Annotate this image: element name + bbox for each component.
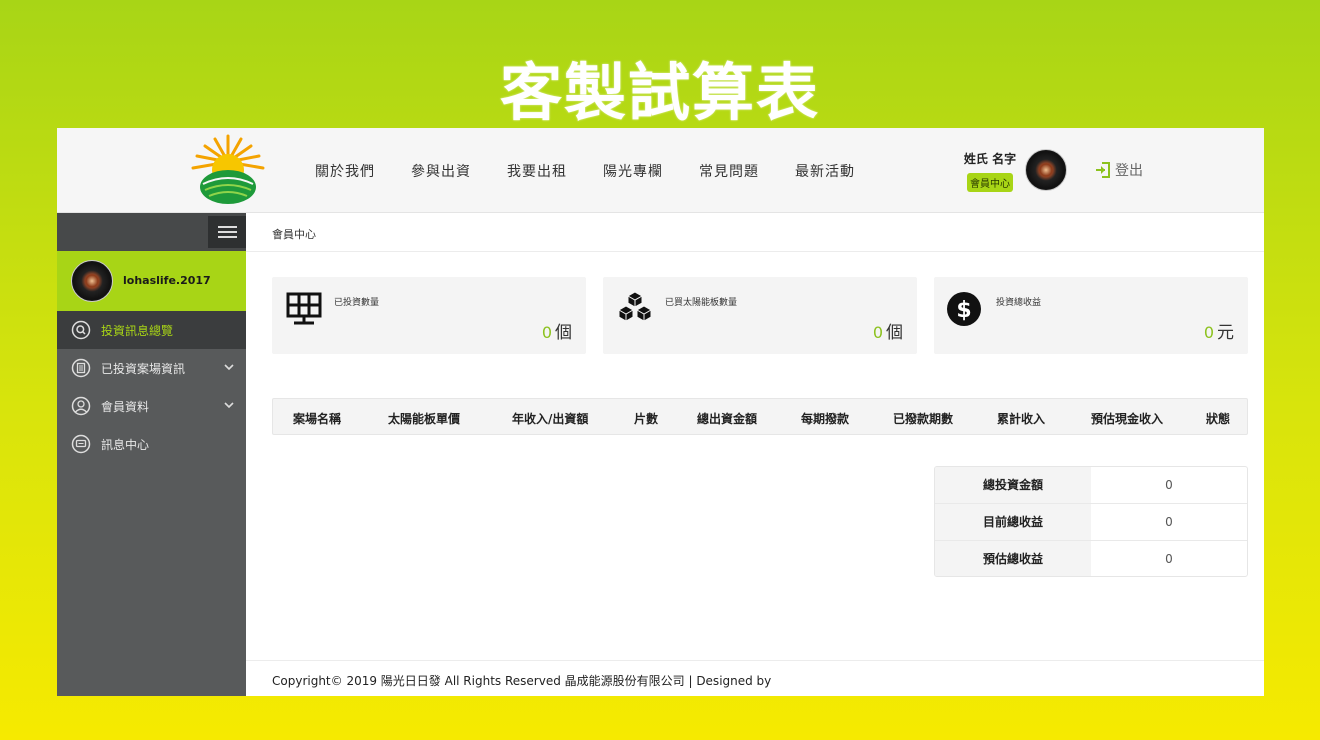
chevron-down-icon <box>224 364 234 371</box>
column-header[interactable]: 累計收入 <box>997 410 1045 427</box>
logout-label: 登出 <box>1115 163 1143 179</box>
stat-card-earnings: $ 投資總收益 0元 <box>934 277 1248 354</box>
column-header[interactable]: 總出資金額 <box>697 410 757 427</box>
stat-unit: 個 <box>555 323 572 343</box>
summary-value: 0 <box>1165 478 1173 492</box>
logout-icon <box>1096 162 1110 178</box>
stat-value: 0元 <box>1204 318 1234 343</box>
stat-card-panels: 已買太陽能板數量 0個 <box>603 277 917 354</box>
user-name: 姓氏 名字 <box>963 152 1017 166</box>
investment-summary: 總投資金額 0 目前總收益 0 預估總收益 0 <box>934 466 1248 577</box>
menu-toggle-button[interactable] <box>208 216 246 248</box>
chevron-down-icon <box>224 402 234 409</box>
stat-number: 0 <box>541 323 552 342</box>
sun-logo[interactable] <box>185 132 271 210</box>
column-header[interactable]: 預估現金收入 <box>1091 410 1163 427</box>
svg-text:$: $ <box>956 298 971 323</box>
stat-unit: 個 <box>886 323 903 343</box>
document-icon <box>71 358 91 378</box>
summary-row: 總投資金額 0 <box>935 467 1247 504</box>
footer: Copyright© 2019 陽光日日發 All Rights Reserve… <box>246 660 1264 696</box>
breadcrumb-bar: 會員中心 <box>246 213 1264 252</box>
summary-label: 預估總收益 <box>935 541 1091 576</box>
stat-label: 已投資數量 <box>334 298 380 308</box>
sidebar-item-messages[interactable]: 訊息中心 <box>57 425 246 463</box>
hamburger-line <box>218 226 237 228</box>
column-header[interactable]: 太陽能板單價 <box>388 410 460 427</box>
sidebar-item-label: 投資訊息總覽 <box>101 323 174 338</box>
stat-number: 0 <box>872 323 883 342</box>
stat-value: 0個 <box>873 318 903 343</box>
stat-unit: 元 <box>1217 323 1234 343</box>
nav-lease[interactable]: 我要出租 <box>507 161 567 181</box>
column-header[interactable]: 年收入/出資額 <box>512 410 588 427</box>
chat-icon <box>71 434 91 454</box>
stat-label: 投資總收益 <box>996 298 1042 308</box>
stat-card-investments: 已投資數量 0個 <box>272 277 586 354</box>
avatar[interactable] <box>1025 149 1067 191</box>
summary-row: 目前總收益 0 <box>935 504 1247 541</box>
sidebar-item-invested-sites[interactable]: 已投資案場資訊 <box>57 349 246 387</box>
hamburger-line <box>218 236 237 238</box>
hamburger-line <box>218 231 237 233</box>
user-info: 姓氏 名字 會員中心 <box>962 150 1018 192</box>
breadcrumb[interactable]: 會員中心 <box>272 226 316 242</box>
nav-invest[interactable]: 參與出資 <box>411 161 471 181</box>
top-header: 關於我們 參與出資 我要出租 陽光專欄 常見問題 最新活動 姓氏 名字 會員中心… <box>57 128 1264 213</box>
solar-panel-icon <box>286 292 322 325</box>
search-icon <box>71 320 91 340</box>
sidebar-item-label: 會員資料 <box>101 399 150 414</box>
investment-table-header: 案場名稱 太陽能板單價 年收入/出資額 片數 總出資金額 每期撥款 已撥款期數 … <box>272 398 1248 435</box>
nav-faq[interactable]: 常見問題 <box>699 161 759 181</box>
sidebar-item-member-profile[interactable]: 會員資料 <box>57 387 246 425</box>
sidebar-avatar[interactable] <box>71 260 113 302</box>
page-banner-title: 客製試算表 <box>499 56 820 129</box>
boxes-icon <box>618 291 652 322</box>
sidebar-item-overview[interactable]: 投資訊息總覽 <box>57 311 246 349</box>
logout-button[interactable]: 登出 <box>1094 160 1143 180</box>
user-icon <box>71 396 91 416</box>
column-header[interactable]: 案場名稱 <box>293 410 341 427</box>
summary-label: 總投資金額 <box>935 467 1091 503</box>
column-header[interactable]: 狀態 <box>1206 410 1230 427</box>
dollar-icon: $ <box>947 292 981 326</box>
stat-value: 0個 <box>542 318 572 343</box>
copyright-text: Copyright© 2019 陽光日日發 All Rights Reserve… <box>272 674 772 688</box>
sidebar: lohaslife.2017 投資訊息總覽 已投資案場資訊 會員資料 訊息中心 <box>57 213 246 696</box>
sidebar-item-label: 已投資案場資訊 <box>101 361 186 376</box>
nav-column[interactable]: 陽光專欄 <box>603 161 663 181</box>
sidebar-username: lohaslife.2017 <box>123 274 211 287</box>
stat-label: 已買太陽能板數量 <box>665 298 738 308</box>
sidebar-item-label: 訊息中心 <box>101 437 150 452</box>
summary-value: 0 <box>1165 552 1173 566</box>
summary-row: 預估總收益 0 <box>935 541 1247 576</box>
summary-value: 0 <box>1165 515 1173 529</box>
sidebar-user-panel: lohaslife.2017 <box>57 251 246 311</box>
column-header[interactable]: 片數 <box>634 410 658 427</box>
summary-label: 目前總收益 <box>935 504 1091 540</box>
sidebar-toolbar <box>57 213 246 251</box>
app-window: 關於我們 參與出資 我要出租 陽光專欄 常見問題 最新活動 姓氏 名字 會員中心… <box>57 128 1264 696</box>
stat-number: 0 <box>1203 323 1214 342</box>
nav-about[interactable]: 關於我們 <box>315 161 375 181</box>
column-header[interactable]: 已撥款期數 <box>893 410 953 427</box>
column-header[interactable]: 每期撥款 <box>801 410 849 427</box>
member-center-badge[interactable]: 會員中心 <box>967 173 1013 192</box>
main-nav: 關於我們 參與出資 我要出租 陽光專欄 常見問題 最新活動 <box>315 128 891 213</box>
nav-events[interactable]: 最新活動 <box>795 161 855 181</box>
